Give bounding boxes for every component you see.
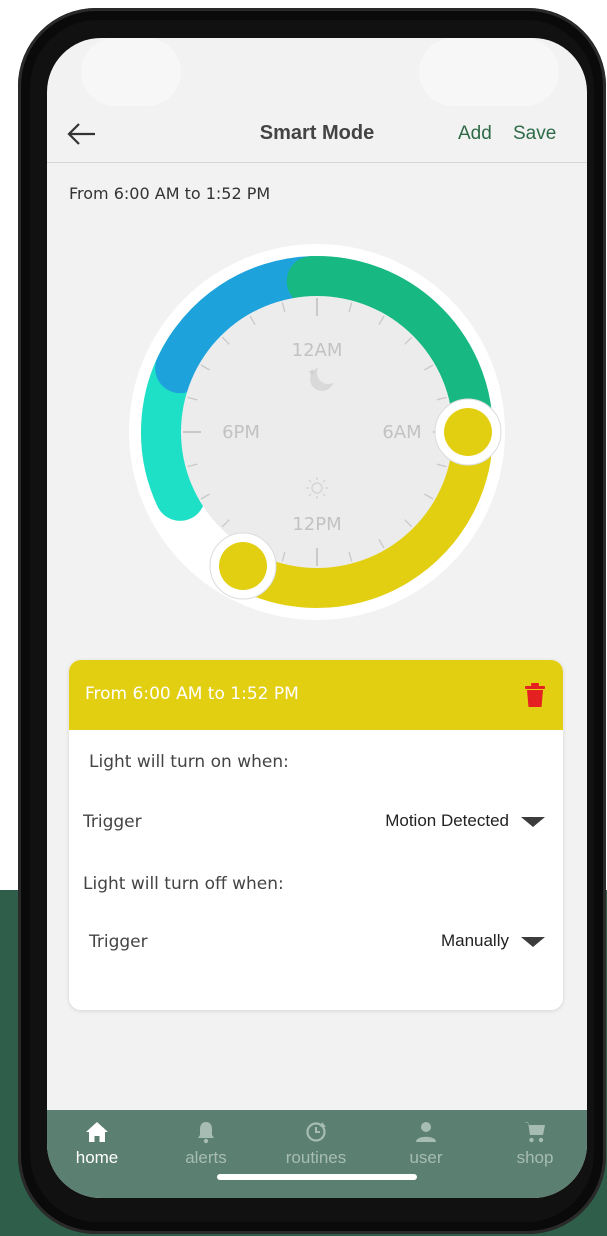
tab-alerts[interactable]: alerts bbox=[161, 1110, 251, 1180]
schedule-card: From 6:00 AM to 1:52 PM Light will turn … bbox=[69, 660, 563, 1010]
tab-label: routines bbox=[285, 1148, 347, 1167]
svg-text:★: ★ bbox=[308, 368, 316, 378]
time-range-dial[interactable]: 12AM 6AM 12PM 6PM ★ bbox=[129, 244, 505, 620]
user-icon bbox=[416, 1122, 436, 1142]
tab-shop[interactable]: shop bbox=[490, 1110, 580, 1180]
hour-label-6pm: 6PM bbox=[222, 422, 260, 443]
delete-button[interactable] bbox=[525, 683, 545, 707]
cart-icon bbox=[524, 1122, 545, 1143]
on-trigger-select[interactable]: Motion Detected bbox=[319, 806, 555, 838]
tab-label: shop bbox=[516, 1148, 554, 1167]
dial-svg: 12AM 6AM 12PM 6PM ★ bbox=[129, 244, 505, 620]
schedule-range-label: From 6:00 AM to 1:52 PM bbox=[69, 184, 271, 203]
turn-off-heading: Light will turn off when: bbox=[83, 874, 284, 894]
home-icon bbox=[86, 1122, 108, 1142]
schedule-card-title: From 6:00 AM to 1:52 PM bbox=[85, 684, 299, 704]
page-title: Smart Mode bbox=[259, 122, 375, 144]
hour-label-6am: 6AM bbox=[382, 422, 421, 443]
on-trigger-value: Motion Detected bbox=[385, 811, 509, 830]
add-button[interactable]: Add bbox=[458, 123, 492, 145]
schedule-card-header: From 6:00 AM to 1:52 PM bbox=[69, 660, 563, 730]
chevron-down-icon bbox=[521, 817, 545, 827]
tab-label: home bbox=[75, 1148, 119, 1167]
bell-icon bbox=[198, 1122, 214, 1144]
phone-screen: Smart Mode Add Save From 6:00 AM to 1:52… bbox=[47, 38, 587, 1198]
hour-label-12am: 12AM bbox=[292, 340, 343, 361]
status-bar-right bbox=[419, 38, 559, 106]
on-trigger-label: Trigger bbox=[83, 812, 142, 832]
hour-label-12pm: 12PM bbox=[292, 514, 341, 535]
save-button[interactable]: Save bbox=[513, 123, 556, 145]
home-indicator bbox=[217, 1174, 417, 1180]
tab-routines[interactable]: routines bbox=[271, 1110, 361, 1180]
end-handle[interactable] bbox=[209, 532, 277, 600]
navigation-header: Smart Mode Add Save bbox=[47, 106, 587, 163]
off-trigger-value: Manually bbox=[440, 931, 509, 950]
tab-label: alerts bbox=[185, 1148, 227, 1167]
trash-icon bbox=[525, 683, 545, 707]
status-bar-left bbox=[81, 38, 181, 106]
off-trigger-select[interactable]: Manually bbox=[319, 926, 555, 958]
tab-label: user bbox=[409, 1148, 443, 1167]
tab-user[interactable]: user bbox=[381, 1110, 471, 1180]
turn-on-heading: Light will turn on when: bbox=[89, 752, 289, 772]
clock-refresh-icon bbox=[306, 1122, 326, 1142]
bottom-tab-bar: home alerts routines user shop bbox=[47, 1110, 587, 1198]
start-handle[interactable] bbox=[434, 398, 502, 466]
chevron-down-icon bbox=[521, 937, 545, 947]
tab-home[interactable]: home bbox=[52, 1110, 142, 1180]
off-trigger-label: Trigger bbox=[89, 932, 148, 952]
